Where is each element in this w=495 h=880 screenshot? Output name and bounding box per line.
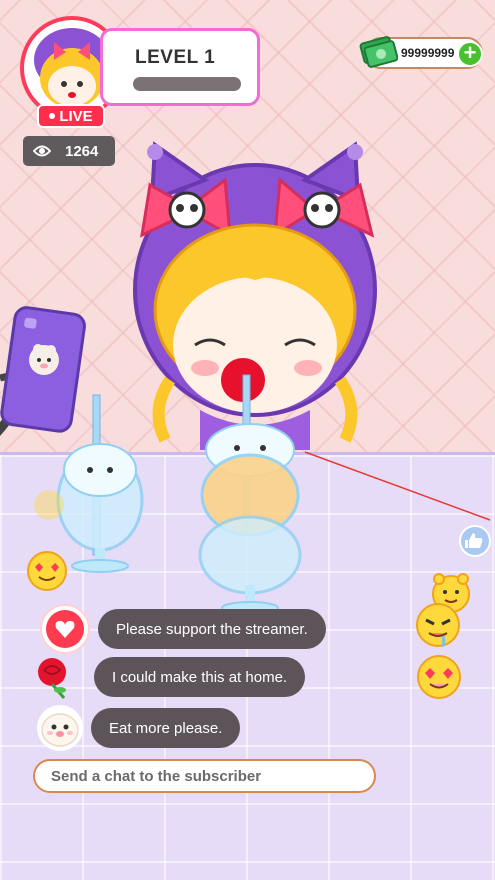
heart-eyes-emoji-icon	[27, 551, 67, 591]
chat-input[interactable]: Send a chat to the subscriber	[33, 759, 376, 793]
drooling-emoji-icon	[416, 603, 460, 648]
heart-icon	[40, 604, 90, 654]
seal-icon	[37, 705, 83, 751]
live-badge: LIVE	[37, 104, 105, 128]
rose-icon	[30, 654, 76, 700]
thumbs-up-icon	[465, 533, 483, 548]
ghost-emoji-icon	[34, 490, 64, 520]
viewer-count-badge: 1264	[23, 136, 115, 166]
chat-message-text: Please support the streamer.	[98, 609, 326, 649]
bubble-tea-cup-center	[198, 374, 302, 615]
level-progress-bar	[133, 77, 241, 91]
currency-amount: 99999999	[401, 46, 455, 60]
cash-stack-icon	[359, 36, 398, 68]
add-currency-button[interactable]: +	[457, 41, 483, 67]
chat-message: I could make this at home.	[30, 654, 306, 700]
heart-eyes-emoji-icon-2	[417, 655, 461, 699]
live-label: LIVE	[59, 107, 93, 125]
live-dot-icon	[49, 113, 56, 119]
like-button[interactable]	[459, 525, 491, 557]
chat-message: Eat more please.	[37, 705, 241, 751]
level-label: LEVEL 1	[135, 47, 216, 68]
chat-message: Please support the streamer.	[40, 604, 326, 654]
chat-message-text: I could make this at home.	[94, 657, 306, 697]
pointer-line	[304, 451, 491, 521]
level-card: LEVEL 1	[100, 28, 260, 106]
viewer-count: 1264	[65, 142, 99, 160]
eye-icon	[33, 145, 51, 157]
chat-message-text: Eat more please.	[91, 708, 241, 748]
